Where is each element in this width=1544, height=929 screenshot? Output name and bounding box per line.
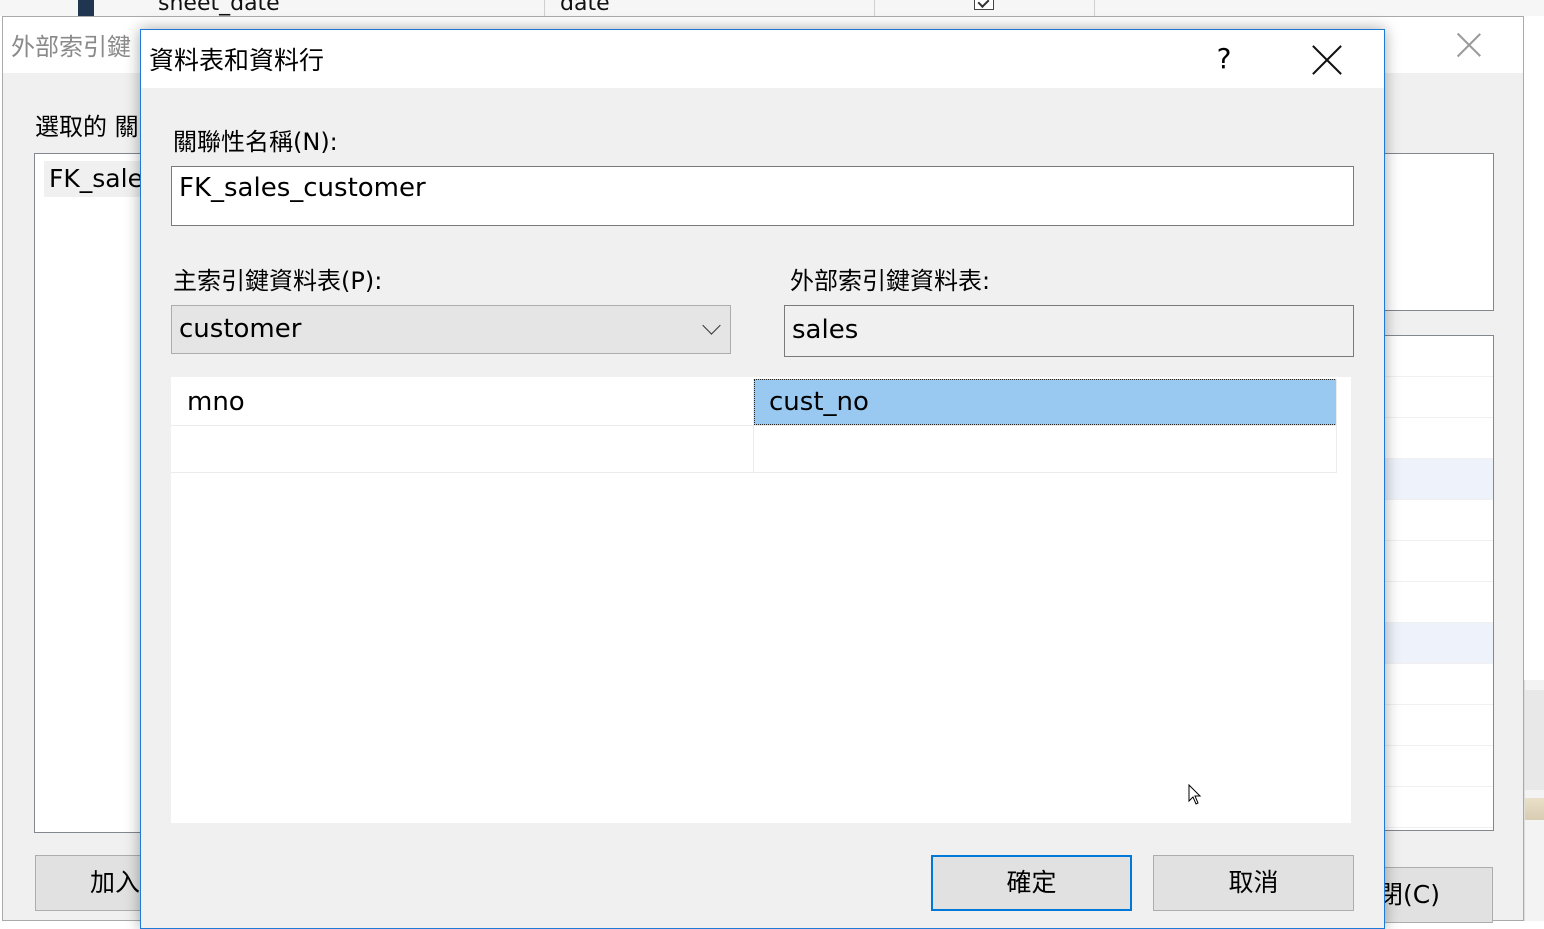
- mouse-cursor-icon: [1188, 784, 1202, 805]
- property-row[interactable]: [1382, 541, 1493, 582]
- close-icon[interactable]: [1455, 31, 1483, 59]
- relationship-list[interactable]: FK_sale: [34, 153, 244, 833]
- cancel-button[interactable]: 取消: [1153, 855, 1354, 911]
- property-row[interactable]: [1382, 787, 1493, 828]
- property-row[interactable]: [1382, 418, 1493, 459]
- fk-dialog-title: 外部索引鍵: [11, 33, 131, 61]
- close-icon[interactable]: [1309, 42, 1345, 78]
- data-type-cell[interactable]: date: [560, 0, 610, 16]
- window-edge: [1524, 680, 1544, 921]
- primary-key-table-value: customer: [179, 314, 302, 344]
- help-button[interactable]: ?: [1206, 39, 1242, 79]
- property-row[interactable]: [1382, 500, 1493, 541]
- relationship-name-label: 關聯性名稱(N):: [173, 128, 338, 156]
- foreign-key-table-field: sales: [784, 305, 1354, 357]
- foreign-key-column-cell[interactable]: [754, 426, 1337, 472]
- edge-strip: [1525, 690, 1544, 790]
- dialog-titlebar: 資料表和資料行 ?: [141, 30, 1384, 88]
- property-row[interactable]: [1382, 582, 1493, 623]
- property-row[interactable]: [1382, 705, 1493, 746]
- grid-row-divider: [171, 472, 1337, 473]
- property-row[interactable]: [1382, 459, 1493, 500]
- grid-column-divider: [753, 379, 754, 472]
- dialog-title: 資料表和資料行: [149, 46, 325, 75]
- property-row[interactable]: [1382, 336, 1493, 377]
- chevron-down-icon[interactable]: [702, 316, 721, 335]
- grid-separator: [544, 0, 545, 16]
- ok-button[interactable]: 確定: [931, 855, 1132, 911]
- primary-key-column-cell[interactable]: mno: [171, 379, 754, 425]
- grid-column-divider: [1336, 379, 1337, 472]
- grid-separator: [874, 0, 875, 16]
- background-grid-row: sheet_date date: [0, 0, 1544, 16]
- description-box: [1381, 153, 1494, 311]
- column-name-cell[interactable]: sheet_date: [158, 0, 280, 16]
- primary-key-table-select[interactable]: customer: [171, 305, 731, 354]
- grid-row-divider: [171, 425, 1337, 426]
- primary-key-column-cell[interactable]: [171, 426, 754, 472]
- column-mapping-grid[interactable]: mno cust_no: [171, 377, 1351, 823]
- selected-relationship-label: 選取的 關: [35, 113, 139, 141]
- property-grid[interactable]: [1381, 335, 1494, 831]
- row-selector[interactable]: [78, 0, 94, 16]
- property-row[interactable]: [1382, 664, 1493, 705]
- foreign-key-column-cell[interactable]: cust_no: [754, 379, 1337, 425]
- allow-nulls-checkbox[interactable]: [974, 0, 994, 10]
- edge-strip: [1525, 798, 1544, 820]
- property-row[interactable]: [1382, 746, 1493, 787]
- grid-separator: [1094, 0, 1095, 16]
- property-row[interactable]: [1382, 377, 1493, 418]
- primary-key-table-label: 主索引鍵資料表(P):: [173, 267, 383, 295]
- relationship-name-input[interactable]: FK_sales_customer: [171, 166, 1354, 226]
- foreign-key-table-label: 外部索引鍵資料表:: [790, 267, 991, 295]
- property-row[interactable]: [1382, 623, 1493, 664]
